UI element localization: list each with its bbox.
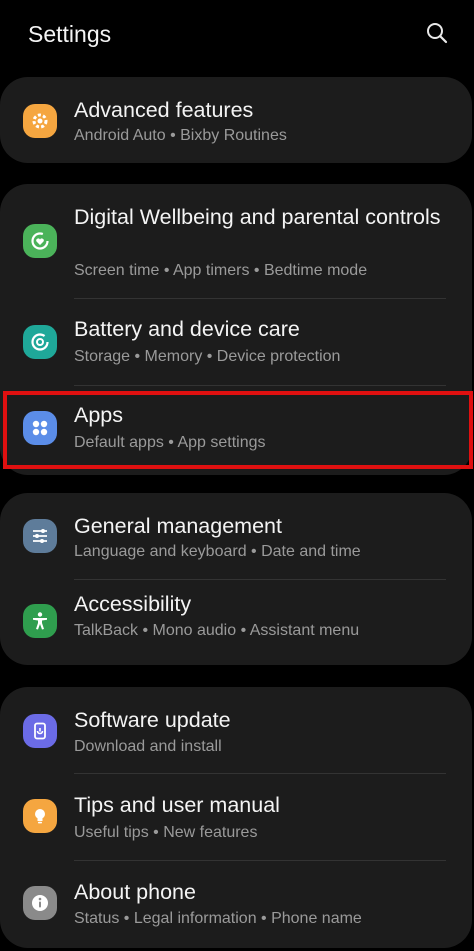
settings-item-subtitle: Screen time • App timers • Bedtime mode [74, 262, 368, 279]
settings-item-about-phone[interactable]: About phone Status • Legal information •… [0, 861, 472, 948]
device-care-icon [23, 325, 57, 359]
wellbeing-icon [23, 224, 57, 258]
settings-item-general-management[interactable]: General management Language and keyboard… [0, 493, 472, 579]
settings-item-title: Tips and user manual [74, 793, 280, 817]
settings-item-digital-wellbeing[interactable]: Digital Wellbeing and parental controls … [0, 184, 472, 298]
search-icon [427, 23, 448, 44]
app-header: Settings [0, 0, 474, 70]
settings-card-device: Digital Wellbeing and parental controls … [0, 184, 472, 475]
accessibility-icon [23, 604, 57, 638]
settings-item-software-update[interactable]: Software update Download and install [0, 687, 472, 773]
search-button[interactable] [420, 16, 454, 50]
settings-item-title: Digital Wellbeing and parental controls [74, 205, 441, 229]
settings-item-subtitle: Storage • Memory • Device protection [74, 348, 341, 365]
settings-card-about: Software update Download and install Tip… [0, 687, 472, 948]
settings-item-title: Apps [74, 403, 124, 427]
settings-card-general: General management Language and keyboard… [0, 493, 472, 665]
settings-card-advanced: Advanced features Android Auto • Bixby R… [0, 77, 472, 163]
settings-item-title: Accessibility [74, 592, 192, 616]
gear-icon [23, 104, 57, 138]
settings-item-advanced-features[interactable]: Advanced features Android Auto • Bixby R… [0, 77, 472, 163]
settings-item-title: Battery and device care [74, 317, 300, 341]
settings-item-subtitle: TalkBack • Mono audio • Assistant menu [74, 622, 360, 639]
page-title: Settings [28, 21, 112, 47]
settings-item-subtitle: Status • Legal information • Phone name [74, 910, 362, 927]
settings-item-tips-user-manual[interactable]: Tips and user manual Useful tips • New f… [0, 774, 472, 860]
settings-item-title: General management [74, 514, 282, 538]
software-update-icon [23, 714, 57, 748]
settings-item-subtitle: Android Auto • Bixby Routines [74, 127, 287, 144]
settings-item-accessibility[interactable]: Accessibility TalkBack • Mono audio • As… [0, 580, 472, 665]
apps-icon [23, 411, 57, 445]
info-icon [23, 886, 57, 920]
settings-item-title: About phone [74, 880, 196, 904]
settings-item-subtitle: Language and keyboard • Date and time [74, 543, 361, 560]
settings-item-battery-device-care[interactable]: Battery and device care Storage • Memory… [0, 299, 472, 385]
settings-item-subtitle: Useful tips • New features [74, 824, 258, 841]
settings-item-subtitle: Default apps • App settings [74, 434, 266, 451]
settings-item-title: Advanced features [74, 98, 254, 122]
settings-item-apps[interactable]: Apps Default apps • App settings [0, 386, 472, 475]
sliders-icon [23, 519, 57, 553]
settings-item-subtitle: Download and install [74, 738, 222, 755]
settings-item-title: Software update [74, 708, 231, 732]
lightbulb-icon [23, 799, 57, 833]
